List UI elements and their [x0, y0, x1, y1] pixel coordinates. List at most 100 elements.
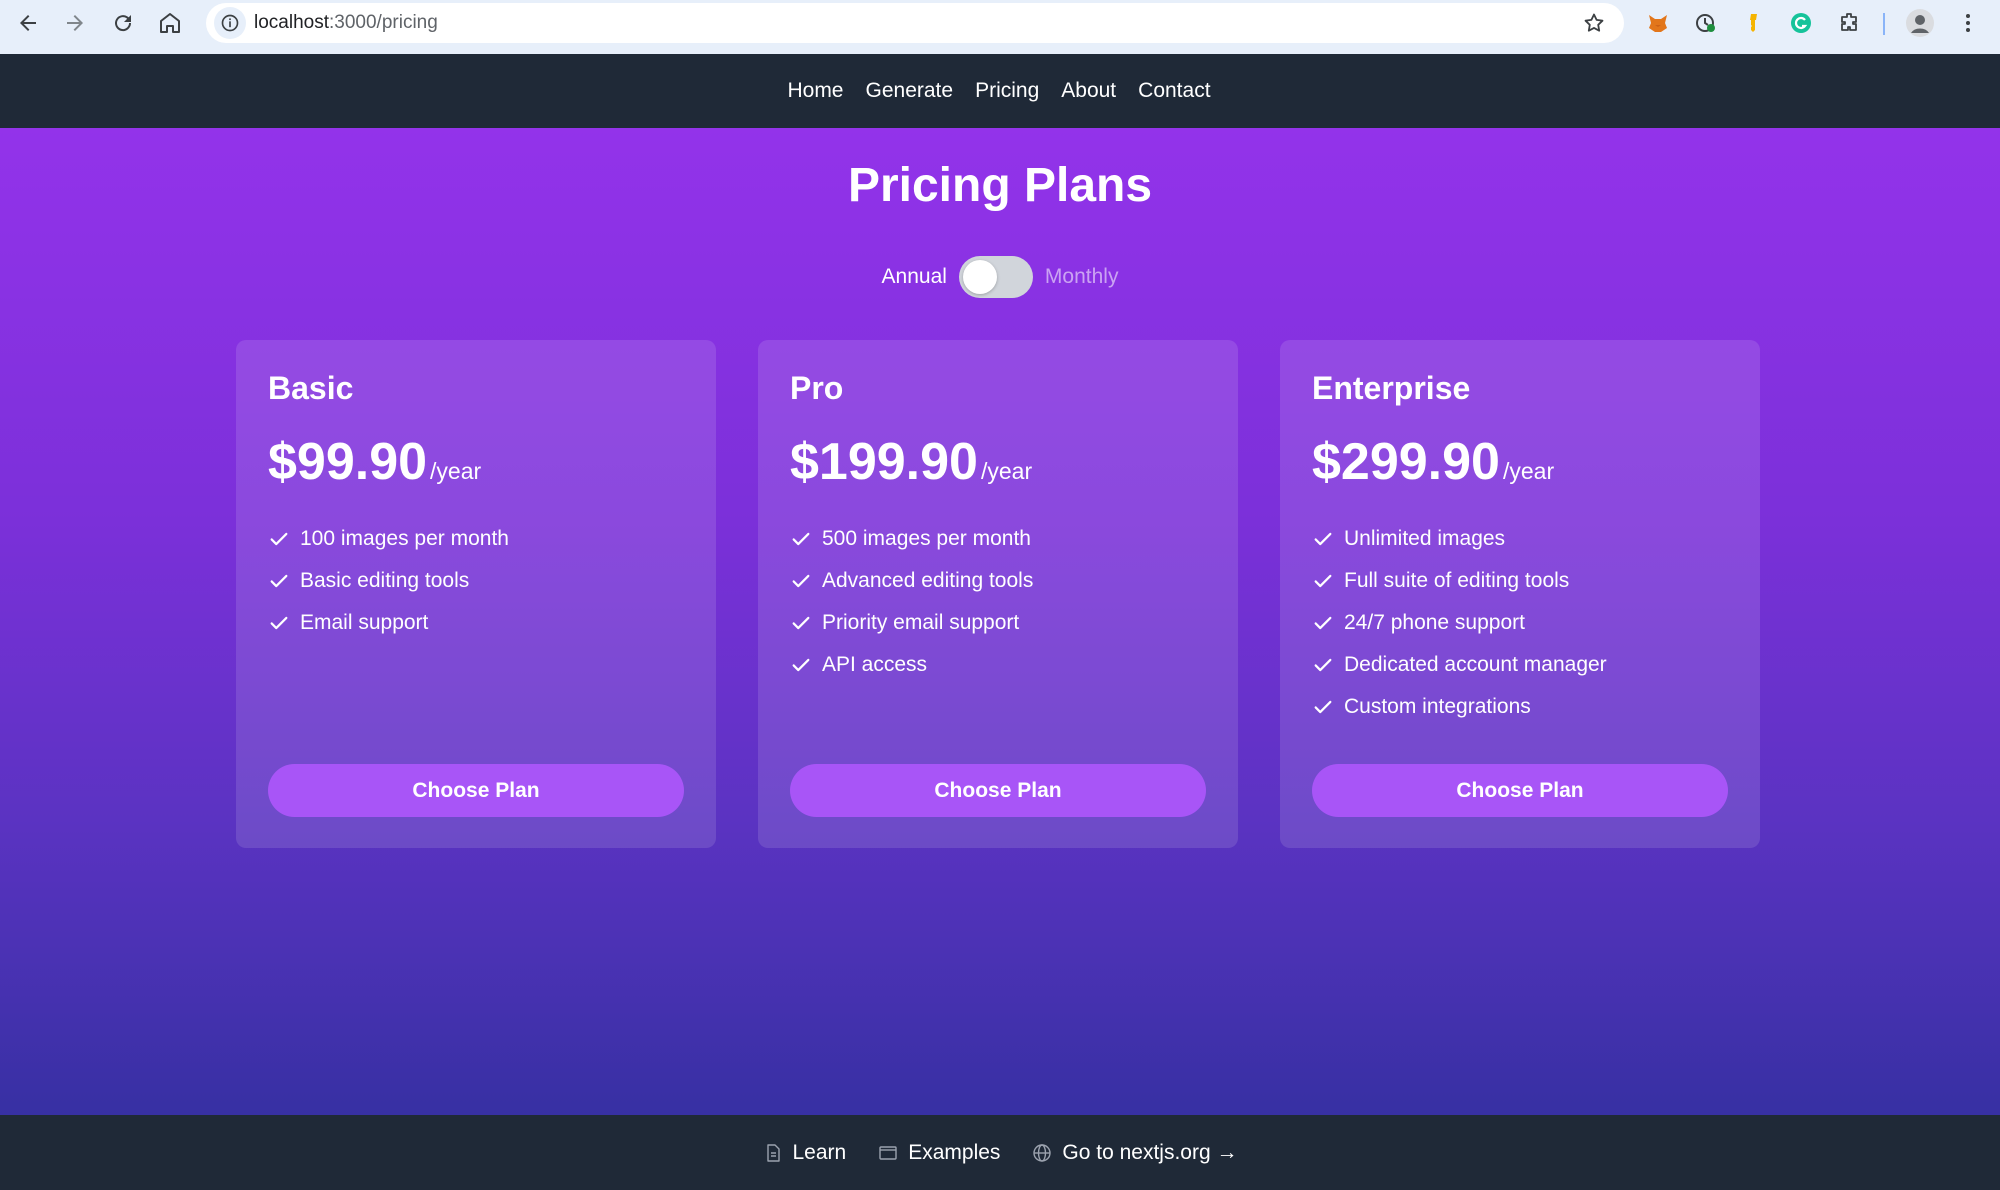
feature-text: API access — [822, 653, 928, 676]
choose-plan-button-basic[interactable]: Choose Plan — [268, 764, 684, 817]
billing-toggle-row: Annual Monthly — [0, 256, 2000, 298]
check-icon — [270, 616, 288, 630]
footer-link-nextjs[interactable]: Go to nextjs.org → — [1032, 1140, 1238, 1165]
feature-text: Unlimited images — [1344, 527, 1506, 550]
extension-fox-icon — [1649, 15, 1667, 32]
home-icon — [160, 13, 180, 33]
browser-toolbar: localhost:3000/pricing — [0, 0, 2000, 54]
browser-menu-button[interactable] — [1955, 10, 1981, 36]
back-icon — [20, 15, 36, 31]
page-title: Pricing Plans — [847, 159, 1153, 212]
check-icon — [792, 532, 810, 546]
plan-price-row: $99.90 /year — [268, 432, 481, 492]
feature-text: Email support — [300, 611, 429, 634]
site-nav: Home Generate Pricing About Contact — [787, 79, 1212, 103]
footer-nextjs-label: Go to nextjs.org → — [1062, 1140, 1238, 1164]
plan-period: /year — [430, 458, 482, 484]
nav-link-home[interactable]: Home — [787, 79, 843, 103]
file-icon — [766, 1143, 780, 1162]
plan-period: /year — [980, 458, 1033, 484]
bookmark-star-icon[interactable] — [1582, 11, 1606, 35]
window-icon — [879, 1145, 897, 1160]
check-icon — [792, 574, 810, 588]
choose-plan-button-pro[interactable]: Choose Plan — [790, 764, 1206, 817]
back-button[interactable] — [11, 6, 45, 40]
address-bar[interactable]: localhost:3000/pricing — [206, 3, 1624, 43]
feature-text: Dedicated account manager — [1344, 653, 1607, 676]
extension-key-button[interactable] — [1741, 10, 1767, 36]
forward-button[interactable] — [58, 6, 92, 40]
extensions-button[interactable] — [1836, 10, 1862, 36]
plan-cards: Basic $99.90 /year 100 images per month … — [0, 340, 2000, 850]
plan-features: 100 images per month Basic editing tools… — [268, 518, 509, 644]
check-icon — [1314, 532, 1332, 546]
reload-icon — [115, 15, 132, 32]
profile-avatar-icon — [1906, 9, 1934, 37]
site-info-button[interactable] — [214, 7, 246, 39]
footer-link-learn[interactable]: Learn — [763, 1140, 847, 1165]
feature-item: Email support — [268, 602, 509, 644]
feature-item: Basic editing tools — [268, 560, 509, 602]
billing-monthly-label: Monthly — [1044, 265, 1119, 288]
feature-text: 500 images per month — [822, 527, 1031, 550]
feature-text: Basic editing tools — [300, 569, 470, 592]
feature-item: 100 images per month — [268, 518, 509, 560]
plan-price: $299.90 — [1312, 433, 1500, 491]
site-header: Home Generate Pricing About Contact — [0, 54, 2000, 128]
feature-item: Dedicated account manager — [1312, 644, 1607, 686]
billing-toggle-switch[interactable] — [958, 256, 1033, 298]
plan-card-pro: Pro $199.90 /year 500 images per month A… — [758, 340, 1238, 848]
billing-annual-label: Annual — [881, 265, 947, 288]
feature-text: Priority email support — [822, 611, 1020, 634]
check-icon — [792, 658, 810, 672]
check-icon — [1314, 616, 1332, 630]
check-icon — [1314, 700, 1332, 714]
feature-item: API access — [790, 644, 1033, 686]
footer-learn-label: Learn — [792, 1140, 847, 1164]
extensions-puzzle-icon — [1841, 13, 1857, 31]
home-button[interactable] — [153, 6, 187, 40]
feature-item: 24/7 phone support — [1312, 602, 1607, 644]
footer-link-examples[interactable]: Examples — [878, 1141, 1000, 1165]
profile-button[interactable] — [1905, 8, 1935, 38]
nav-link-contact[interactable]: Contact — [1138, 79, 1210, 103]
extension-clock-icon — [1696, 14, 1715, 32]
toolbar-divider — [1883, 13, 1885, 35]
feature-text: Full suite of editing tools — [1344, 569, 1570, 592]
plan-name: Enterprise — [1312, 370, 1471, 406]
toggle-knob — [962, 260, 997, 294]
plan-price: $199.90 — [790, 433, 978, 491]
extension-clock-button[interactable] — [1693, 10, 1719, 36]
nav-link-about[interactable]: About — [1061, 79, 1116, 103]
menu-kebab-icon — [1966, 14, 1970, 32]
check-icon — [270, 574, 288, 588]
nav-link-generate[interactable]: Generate — [866, 79, 954, 103]
reload-button[interactable] — [106, 6, 140, 40]
nav-link-pricing[interactable]: Pricing — [975, 79, 1039, 103]
choose-plan-button-enterprise[interactable]: Choose Plan — [1312, 764, 1728, 817]
check-icon — [1314, 658, 1332, 672]
plan-name: Pro — [790, 370, 844, 406]
plan-price: $99.90 — [268, 433, 428, 491]
check-icon — [792, 616, 810, 630]
plan-features: 500 images per month Advanced editing to… — [790, 518, 1033, 686]
feature-text: Advanced editing tools — [822, 569, 1034, 592]
pricing-main: Pricing Plans Annual Monthly Basic $99.9… — [0, 128, 2000, 1115]
feature-text: Custom integrations — [1344, 695, 1531, 718]
url-text: localhost:3000/pricing — [254, 12, 438, 34]
feature-item: 500 images per month — [790, 518, 1033, 560]
extension-fox-button[interactable] — [1645, 10, 1671, 36]
site-footer: Learn Examples Go to nextjs.org → — [0, 1115, 2000, 1190]
globe-icon — [1033, 1143, 1052, 1162]
extension-grammar-button[interactable] — [1788, 10, 1814, 36]
site-info-icon — [221, 14, 239, 32]
feature-item: Custom integrations — [1312, 686, 1607, 728]
forward-icon — [67, 15, 83, 31]
plan-period: /year — [1502, 458, 1555, 484]
plan-features: Unlimited images Full suite of editing t… — [1312, 518, 1607, 728]
check-icon — [270, 532, 288, 546]
url-path: :3000/pricing — [329, 12, 438, 33]
feature-item: Priority email support — [790, 602, 1033, 644]
extension-grammar-icon — [1791, 13, 1811, 33]
footer-examples-label: Examples — [908, 1140, 1001, 1164]
